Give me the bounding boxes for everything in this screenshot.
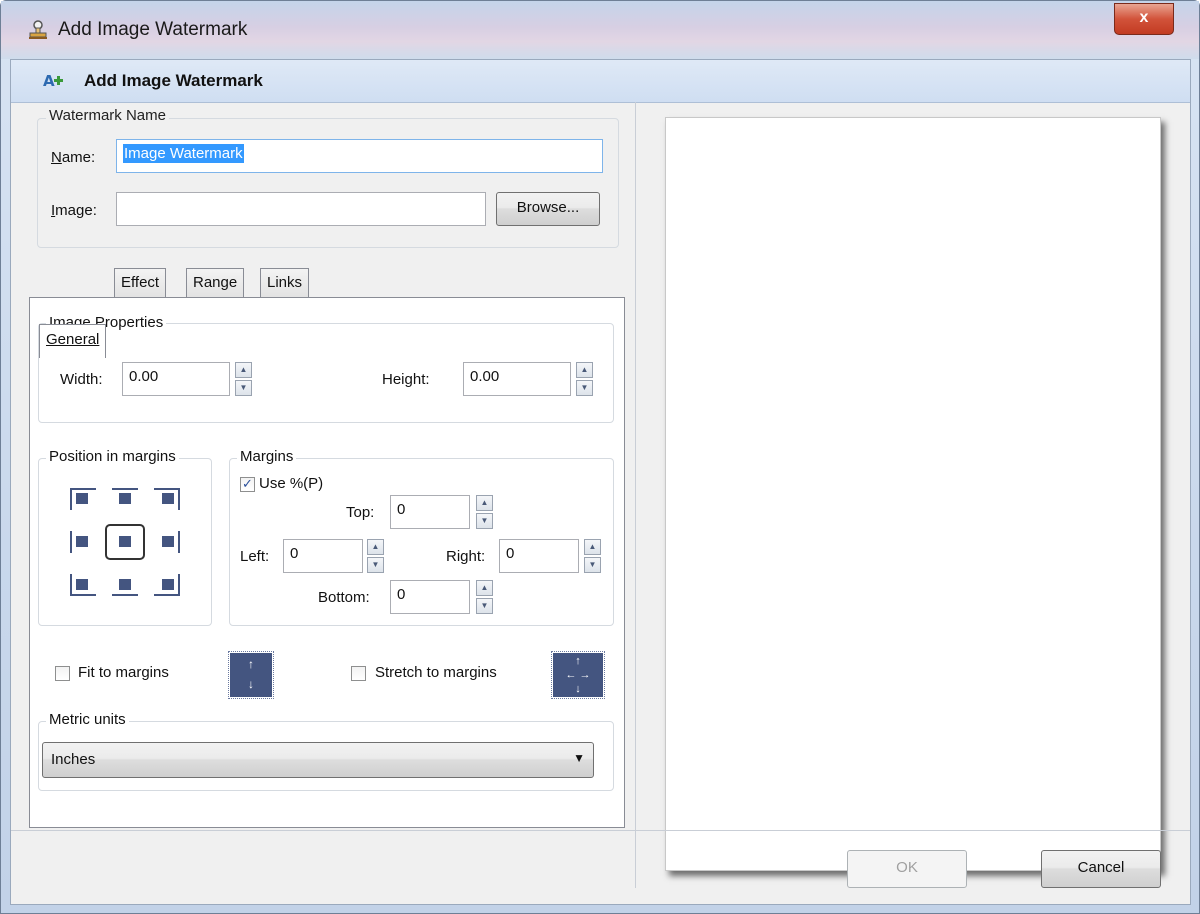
position-legend: Position in margins	[46, 448, 179, 465]
name-label-rest: ame:	[61, 149, 96, 166]
fit-to-margins-label: Fit to margins	[78, 664, 169, 681]
fit-to-margins-checkbox[interactable]	[55, 666, 70, 681]
top-margin-spinner[interactable]: ▲ ▼	[476, 495, 493, 529]
metric-units-select[interactable]: Inches ▼	[42, 742, 594, 778]
close-icon: x	[1139, 9, 1149, 26]
cancel-button[interactable]: Cancel	[1041, 850, 1161, 888]
height-label: Height:	[382, 371, 430, 388]
ok-button[interactable]: OK	[847, 850, 967, 888]
footer-divider	[11, 830, 1190, 831]
top-label: Top:	[346, 504, 375, 521]
watermark-name-legend: Watermark Name	[46, 107, 169, 124]
width-input[interactable]: 0.00	[122, 362, 230, 396]
svg-text:A: A	[43, 72, 55, 90]
tab-effect-label: Effect	[121, 274, 160, 291]
left-up-icon[interactable]: ▲	[367, 539, 384, 555]
top-margin-input[interactable]: 0	[390, 495, 470, 529]
position-center[interactable]	[112, 531, 138, 553]
bottom-margin-spinner[interactable]: ▲ ▼	[476, 580, 493, 614]
tab-effect[interactable]: Effect	[114, 268, 167, 298]
name-input-value: Image Watermark	[123, 144, 244, 163]
right-margin-spinner[interactable]: ▲ ▼	[584, 539, 601, 573]
stretch-to-margins-checkbox[interactable]	[351, 666, 366, 681]
dialog-header: A Add Image Watermark	[11, 60, 1190, 103]
tab-range-label: Range	[193, 274, 238, 291]
top-up-icon[interactable]: ▲	[476, 495, 493, 511]
position-bottom-center[interactable]	[112, 574, 138, 596]
position-top-left[interactable]	[70, 488, 96, 510]
width-spinner[interactable]: ▲ ▼	[235, 362, 252, 396]
preview-page	[665, 117, 1161, 871]
position-middle-right[interactable]	[154, 531, 180, 553]
bottom-margin-input[interactable]: 0	[390, 580, 470, 614]
tab-range[interactable]: Range	[186, 268, 245, 298]
right-up-icon[interactable]: ▲	[584, 539, 601, 555]
image-path-input[interactable]	[116, 192, 486, 226]
dialog-heading: Add Image Watermark	[84, 71, 263, 90]
window-title: Add Image Watermark	[58, 19, 248, 40]
tab-general-label: General	[46, 331, 100, 348]
bottom-up-icon[interactable]: ▲	[476, 580, 493, 596]
tab-links-label: Links	[267, 274, 303, 291]
position-bottom-right[interactable]	[154, 574, 180, 596]
bottom-label: Bottom:	[318, 589, 370, 606]
dialog-window: Add Image Watermark x A Add Image Waterm…	[0, 0, 1200, 914]
name-input[interactable]: Image Watermark	[116, 139, 603, 173]
left-margin-input[interactable]: 0	[283, 539, 363, 573]
right-margin-input[interactable]: 0	[499, 539, 579, 573]
metric-units-value: Inches	[51, 751, 96, 768]
width-up-icon[interactable]: ▲	[235, 362, 252, 378]
position-top-center[interactable]	[112, 488, 138, 510]
image-label-rest: mage:	[55, 202, 97, 219]
tab-general[interactable]: General	[39, 324, 107, 358]
position-middle-left[interactable]	[70, 531, 96, 553]
stretch-to-margins-icon: ↑ ← → ↓	[551, 651, 605, 699]
tab-links[interactable]: Links	[260, 268, 310, 298]
use-percent-label: Use %(P)	[259, 475, 324, 492]
bottom-down-icon[interactable]: ▼	[476, 598, 493, 614]
height-down-icon[interactable]: ▼	[576, 380, 593, 396]
margins-legend: Margins	[237, 448, 297, 465]
image-label: Image:	[51, 202, 97, 219]
use-percent-checkbox[interactable]: ✓	[240, 477, 255, 492]
height-up-icon[interactable]: ▲	[576, 362, 593, 378]
browse-button[interactable]: Browse...	[496, 192, 600, 226]
height-spinner[interactable]: ▲ ▼	[576, 362, 593, 396]
chevron-down-icon: ▼	[573, 751, 585, 765]
left-label: Left:	[240, 548, 270, 565]
preview-divider	[635, 102, 636, 888]
stamp-icon	[29, 20, 47, 39]
right-label: Right:	[446, 548, 486, 565]
position-bottom-left[interactable]	[70, 574, 96, 596]
metric-units-legend: Metric units	[46, 711, 129, 728]
fit-to-margins-icon: ↑ ↓	[228, 651, 274, 699]
left-margin-spinner[interactable]: ▲ ▼	[367, 539, 384, 573]
close-button[interactable]: x	[1114, 3, 1174, 35]
watermark-name-group	[37, 118, 619, 248]
stretch-to-margins-label: Stretch to margins	[375, 664, 497, 681]
width-label: Width:	[60, 371, 103, 388]
ok-button-label: OK	[896, 859, 918, 876]
add-watermark-icon: A	[43, 72, 63, 90]
cancel-button-label: Cancel	[1077, 859, 1125, 876]
title-bar[interactable]: Add Image Watermark x	[1, 1, 1199, 59]
right-down-icon[interactable]: ▼	[584, 557, 601, 573]
browse-button-label: Browse...	[516, 199, 580, 216]
position-top-right[interactable]	[154, 488, 180, 510]
name-label: Name:	[51, 149, 96, 166]
left-down-icon[interactable]: ▼	[367, 557, 384, 573]
top-down-icon[interactable]: ▼	[476, 513, 493, 529]
height-input[interactable]: 0.00	[463, 362, 571, 396]
width-down-icon[interactable]: ▼	[235, 380, 252, 396]
dialog-client: A Add Image Watermark Watermark Name Nam…	[10, 59, 1191, 905]
